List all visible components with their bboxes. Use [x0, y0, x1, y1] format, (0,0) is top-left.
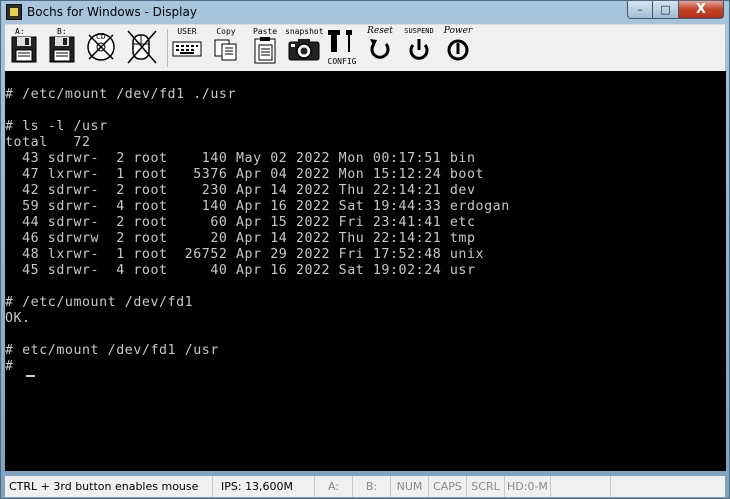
keyboard-icon — [172, 41, 202, 57]
copy-icon — [214, 39, 237, 61]
terminal-line: # etc/mount /dev/fd1 /usr — [5, 343, 219, 358]
reset-icon — [370, 39, 390, 59]
suspend-button[interactable]: SUSPEND — [404, 27, 434, 69]
terminal-line: 45 sdrwr- 4 root 40 Apr 16 2022 Sat 19:0… — [5, 263, 476, 278]
status-caps-lock: CAPS — [429, 476, 467, 497]
floppy-disk-icon — [49, 36, 75, 63]
config-tools-icon — [328, 30, 352, 52]
config-label: CONFIG — [327, 57, 357, 66]
status-num-lock: NUM — [391, 476, 429, 497]
window-controls: – □ X — [627, 1, 724, 19]
status-extra-1 — [551, 476, 611, 497]
window-title: Bochs for Windows - Display — [27, 5, 197, 19]
terminal-line: # — [5, 359, 14, 374]
floppy-b-button[interactable]: B: — [47, 27, 77, 69]
terminal-line: # /etc/umount /dev/fd1 — [5, 295, 194, 310]
toolbar-separator — [167, 29, 168, 67]
terminal-line: 46 sdrwrw 2 root 20 Apr 14 2022 Thu 22:1… — [5, 231, 476, 246]
copy-label: Copy — [216, 27, 236, 36]
status-extra-2 — [611, 476, 671, 497]
floppy-a-button[interactable]: A: — [9, 27, 39, 69]
power-label: Power — [443, 26, 473, 36]
cdrom-label: CD — [96, 32, 106, 41]
terminal-line: # ls -l /usr — [5, 119, 108, 134]
bochs-window: Bochs for Windows - Display – □ X A: B: … — [0, 0, 730, 499]
status-floppy-b: B: — [353, 476, 391, 497]
suspend-label: SUSPEND — [404, 27, 434, 35]
paste-icon — [254, 37, 276, 64]
mouse-capture-button[interactable] — [125, 27, 159, 69]
mouse-icon — [127, 30, 157, 64]
reset-button[interactable]: Reset — [365, 27, 395, 69]
status-bar: CTRL + 3rd button enables mouse IPS: 13,… — [5, 476, 725, 497]
power-button[interactable]: Power — [443, 27, 473, 69]
bochs-app-icon — [6, 4, 22, 20]
title-bar[interactable]: Bochs for Windows - Display – □ X — [1, 1, 729, 23]
snapshot-button[interactable]: snapshot — [285, 27, 324, 69]
floppy-disk-icon — [11, 36, 37, 63]
paste-label: Paste — [252, 27, 278, 36]
terminal-line: 44 sdrwr- 2 root 60 Apr 15 2022 Fri 23:4… — [5, 215, 476, 230]
suspend-icon — [409, 39, 429, 60]
paste-button[interactable]: Paste — [250, 27, 280, 69]
status-scroll-lock: SCRL — [467, 476, 505, 497]
status-hard-disk: HD:0-M — [505, 476, 551, 497]
snapshot-label: snapshot — [285, 27, 324, 36]
floppy-a-label: A: — [15, 27, 25, 36]
terminal-line: 48 lxrwr- 1 root 26752 Apr 29 2022 Fri 1… — [5, 247, 485, 262]
toolbar: A: B: CD USER Copy Paste snapshot CONFIG… — [5, 24, 725, 71]
maximize-button[interactable]: □ — [653, 1, 679, 19]
copy-button[interactable]: Copy — [211, 27, 241, 69]
cdrom-icon: CD — [87, 32, 115, 61]
close-button[interactable]: X — [679, 1, 724, 19]
terminal-line: OK. — [5, 311, 31, 326]
user-label: USER — [177, 27, 197, 36]
terminal-line: total 72 — [5, 135, 91, 150]
cdrom-button[interactable]: CD — [85, 27, 117, 69]
close-icon: X — [695, 2, 707, 17]
config-button[interactable]: CONFIG — [326, 27, 358, 69]
floppy-b-label: B: — [57, 27, 67, 36]
minimize-icon: – — [637, 3, 643, 16]
user-button[interactable]: USER — [171, 27, 203, 69]
camera-icon — [288, 39, 320, 61]
power-icon — [447, 39, 469, 61]
status-mouse-hint: CTRL + 3rd button enables mouse — [5, 476, 213, 497]
terminal-cursor — [26, 375, 35, 377]
status-ips: IPS: 13,600M — [213, 476, 315, 497]
minimize-button[interactable]: – — [627, 1, 653, 19]
maximize-icon: □ — [660, 3, 671, 16]
terminal-line: 43 sdrwr- 2 root 140 May 02 2022 Mon 00:… — [5, 151, 476, 166]
vga-display-screen[interactable]: # /etc/mount /dev/fd1 ./usr # ls -l /usr t… — [5, 71, 726, 471]
terminal-line: 59 sdrwr- 4 root 140 Apr 16 2022 Sat 19:… — [5, 199, 510, 214]
reset-label: Reset — [367, 26, 393, 36]
status-floppy-a: A: — [315, 476, 353, 497]
terminal-line: # /etc/mount /dev/fd1 ./usr — [5, 87, 236, 102]
terminal-line: 42 sdrwr- 2 root 230 Apr 14 2022 Thu 22:… — [5, 183, 476, 198]
terminal-line: 47 lxrwr- 1 root 5376 Apr 04 2022 Mon 15… — [5, 167, 485, 182]
